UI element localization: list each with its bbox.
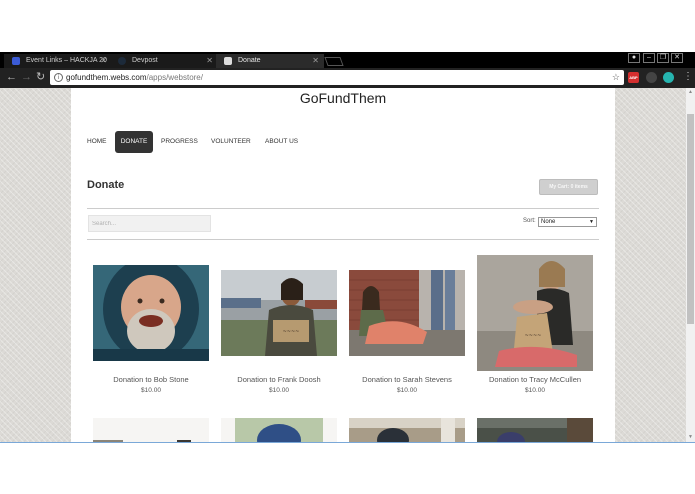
site-title: GoFundThem: [299, 90, 387, 106]
nav-donate[interactable]: DONATE: [115, 131, 153, 153]
tab-label: Donate: [238, 57, 261, 64]
product-image-partial: [349, 418, 465, 442]
svg-text:~~~~: ~~~~: [525, 333, 542, 339]
search-input[interactable]: [88, 215, 211, 232]
product-image-partial: [477, 418, 593, 442]
product-image[interactable]: ~~~~: [477, 255, 593, 371]
info-icon[interactable]: i: [54, 73, 63, 82]
new-tab-button[interactable]: [324, 57, 344, 66]
nav-progress[interactable]: PROGRESS: [161, 131, 198, 153]
nav-home[interactable]: HOME: [87, 131, 107, 153]
reload-icon[interactable]: ↻: [36, 71, 45, 83]
page-heading: Donate: [87, 179, 125, 191]
tab-label: Devpost: [132, 57, 158, 64]
browser-menu-icon[interactable]: ⋮: [683, 70, 693, 84]
restore-button[interactable]: ❐: [657, 53, 669, 63]
product-image[interactable]: [349, 270, 465, 356]
nav-about-us[interactable]: ABOUT US: [265, 131, 298, 153]
product-price: $10.00: [269, 387, 289, 394]
dropdown-arrow-icon: ▼: [589, 219, 594, 225]
product-card-partial[interactable]: [349, 418, 465, 442]
product-image-partial: [93, 418, 209, 442]
browser-toolbar: ← → ↻ i gofundthem.webs.com/apps/webstor…: [0, 68, 695, 88]
sort-select[interactable]: None ▼: [538, 217, 597, 227]
forward-icon[interactable]: →: [21, 71, 32, 83]
profile-icon[interactable]: ●: [628, 53, 640, 63]
calendar-icon: [12, 57, 20, 65]
photo-man-with-sign: ~~~~: [221, 270, 337, 356]
adblock-icon[interactable]: ABP: [628, 72, 639, 83]
nav-volunteer[interactable]: VOLUNTEER: [211, 131, 251, 153]
product-image[interactable]: [93, 265, 209, 361]
product-price: $10.00: [141, 387, 161, 394]
scroll-down-icon[interactable]: ▼: [687, 434, 694, 440]
product-card-partial[interactable]: [221, 418, 337, 442]
minimize-button[interactable]: –: [643, 53, 655, 63]
product-card-partial[interactable]: [93, 418, 209, 442]
close-icon[interactable]: ✕: [312, 54, 319, 68]
drive-icon[interactable]: [646, 72, 657, 83]
address-bar[interactable]: i gofundthem.webs.com/apps/webstore/ ☆: [50, 70, 624, 85]
close-icon[interactable]: ✕: [206, 54, 213, 68]
sort-selected-value: None: [541, 219, 556, 225]
tab-label: Event Links – HACKJA 20: [26, 57, 107, 64]
photo-bearded-man: [93, 265, 209, 361]
close-icon[interactable]: ✕: [100, 54, 107, 68]
sort-label: Sort:: [523, 218, 536, 224]
tab-devpost[interactable]: Devpost ✕: [110, 54, 218, 68]
scroll-up-icon[interactable]: ▲: [687, 89, 694, 95]
svg-text:~~~~: ~~~~: [283, 329, 300, 335]
page-scrollbar[interactable]: ▲ ▼: [686, 88, 695, 442]
divider: [87, 239, 599, 240]
content-panel: GoFundThem HOME DONATE PROGRESS VOLUNTEE…: [71, 88, 615, 442]
photo-woman-with-sign: ~~~~: [477, 255, 593, 371]
my-cart-button[interactable]: My Cart: 0 items: [539, 179, 598, 195]
tab-bar: Event Links – HACKJA 20 ✕ Devpost ✕ Dona…: [0, 52, 695, 68]
close-window-button[interactable]: ✕: [671, 53, 683, 63]
product-price: $10.00: [525, 387, 545, 394]
browser-chrome: Event Links – HACKJA 20 ✕ Devpost ✕ Dona…: [0, 52, 695, 88]
product-image-partial: [221, 418, 337, 442]
product-name[interactable]: Donation to Bob Stone: [83, 375, 219, 384]
extension-circle-icon[interactable]: [663, 72, 674, 83]
window-bottom-edge: [0, 442, 695, 443]
divider: [87, 208, 599, 209]
bookmark-star-icon[interactable]: ☆: [612, 70, 620, 85]
product-name[interactable]: Donation to Frank Doosh: [211, 375, 347, 384]
back-icon[interactable]: ←: [6, 71, 17, 83]
page-viewport: GoFundThem HOME DONATE PROGRESS VOLUNTEE…: [0, 88, 686, 442]
devpost-icon: [118, 57, 126, 65]
product-name[interactable]: Donation to Sarah Stevens: [339, 375, 475, 384]
url-text[interactable]: gofundthem.webs.com/apps/webstore/: [66, 70, 203, 85]
tab-event-links[interactable]: Event Links – HACKJA 20 ✕: [4, 54, 112, 68]
product-name[interactable]: Donation to Tracy McCullen: [467, 375, 603, 384]
product-price: $10.00: [397, 387, 417, 394]
product-card-partial[interactable]: [477, 418, 593, 442]
product-image[interactable]: ~~~~: [221, 270, 337, 356]
scrollbar-thumb[interactable]: [687, 114, 694, 324]
photo-woman-sitting: [349, 270, 465, 356]
tab-donate[interactable]: Donate ✕: [216, 54, 324, 68]
page-icon: [224, 57, 232, 65]
